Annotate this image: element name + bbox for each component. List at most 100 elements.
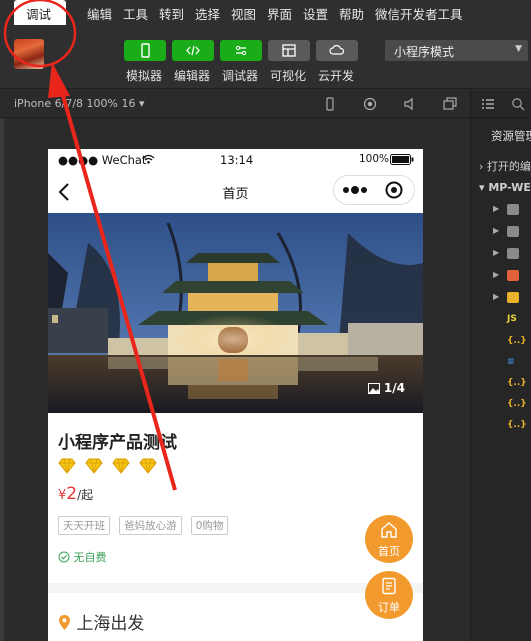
check-circle-icon <box>58 551 70 563</box>
diamond-icon <box>85 458 103 474</box>
chevron-down-icon: ▼ <box>515 44 522 54</box>
json-file-icon[interactable]: {..} <box>507 378 527 388</box>
editor-button[interactable] <box>172 40 214 61</box>
simulator-header: iPhone 6/7/8 100% 16 ▾ <box>0 90 470 118</box>
search-icon[interactable] <box>511 97 525 111</box>
debugger-label: 调试器 <box>222 69 259 83</box>
diamond-rating <box>58 458 161 476</box>
stop-icon[interactable] <box>363 97 377 111</box>
menu-goto[interactable]: 转到 <box>159 4 184 23</box>
tag-list: 天天开班 爸妈放心游 0购物 <box>58 514 232 535</box>
no-extra-fee: 无自费 <box>58 549 107 565</box>
menu-help[interactable]: 帮助 <box>339 4 364 23</box>
chevron-right-icon: ▶ <box>493 292 500 301</box>
layout-icon <box>282 44 296 57</box>
folder-icon <box>507 292 519 303</box>
tree-folder[interactable]: ▶ <box>493 246 531 262</box>
chevron-right-icon: ▶ <box>493 248 500 257</box>
product-title: 小程序产品测试 <box>58 433 177 453</box>
explorer-tabs <box>471 90 531 118</box>
mode-select[interactable]: 小程序模式 ▼ <box>385 40 528 61</box>
menu-view[interactable]: 视图 <box>231 4 256 23</box>
battery-label: 100% <box>359 153 390 165</box>
menu-select[interactable]: 选择 <box>195 4 220 23</box>
departure-label: 上海出发 <box>76 614 145 634</box>
gallery-counter: 1/4 <box>367 381 405 395</box>
price-value: 2 <box>66 484 78 504</box>
product-photo[interactable]: 1/4 <box>48 213 423 413</box>
tree-folder[interactable]: ▶ <box>493 268 531 284</box>
list-icon[interactable] <box>481 97 495 111</box>
departure: 上海出发 <box>58 609 144 634</box>
visual-button[interactable] <box>268 40 310 61</box>
tree-folder[interactable]: ▶ <box>493 290 531 306</box>
home-icon <box>381 522 397 538</box>
json-file-icon[interactable]: {..} <box>507 399 527 409</box>
clock: 13:14 <box>220 153 254 167</box>
chevron-right-icon: ▶ <box>493 226 500 235</box>
visual-label: 可视化 <box>270 69 307 83</box>
simulator-button[interactable] <box>124 40 166 61</box>
debug-icon <box>235 45 247 56</box>
diamond-icon <box>58 458 76 474</box>
window-icon[interactable] <box>443 97 457 111</box>
cloud-button[interactable] <box>316 40 358 61</box>
no-extra-fee-label: 无自费 <box>73 551 107 564</box>
tree-folder[interactable]: ▶ <box>493 224 531 240</box>
price: ¥2/起 <box>58 484 93 504</box>
code-icon <box>186 45 200 56</box>
diamond-icon <box>139 458 157 474</box>
nav-bar: 首页 <box>48 169 423 213</box>
pavilion-photo-image <box>48 213 423 413</box>
menu-debug[interactable]: 调试 <box>14 0 66 27</box>
open-editors-label: 打开的编 <box>486 160 531 173</box>
menu-wechat-devtools[interactable]: 微信开发者工具 <box>375 4 463 23</box>
editor-label: 编辑器 <box>174 69 211 83</box>
user-avatar[interactable] <box>14 39 44 69</box>
home-fab-label: 首页 <box>378 545 400 558</box>
open-editors-section[interactable]: › 打开的编 <box>479 158 531 174</box>
image-icon <box>367 383 380 394</box>
status-bar: ●●●● WeChat 13:14 100% <box>48 149 423 169</box>
simulator-label: 模拟器 <box>126 69 163 83</box>
menu-tools[interactable]: 工具 <box>123 4 148 23</box>
capsule-menu <box>333 175 415 205</box>
project-section[interactable]: ▾ MP-WE <box>479 181 531 194</box>
mode-select-value: 小程序模式 <box>394 45 455 59</box>
chevron-right-icon: ▶ <box>493 270 500 279</box>
volume-icon[interactable] <box>403 97 417 111</box>
tree-folder[interactable]: ▶ <box>493 202 531 218</box>
chevron-right-icon: ▶ <box>493 204 500 213</box>
js-file-icon[interactable]: JS <box>507 314 517 324</box>
folder-icon <box>507 204 519 215</box>
device-icon[interactable] <box>323 97 337 111</box>
json-file-icon[interactable]: {..} <box>507 336 527 346</box>
device-select[interactable]: iPhone 6/7/8 100% 16 ▾ <box>14 97 145 110</box>
diamond-icon <box>112 458 130 474</box>
home-fab[interactable]: 首页 <box>365 515 413 563</box>
price-unit: /起 <box>77 488 94 502</box>
menu-interface[interactable]: 界面 <box>267 4 292 23</box>
explorer-panel: 资源管理 › 打开的编 ▾ MP-WE ▶ ▶ ▶ ▶ ▶ JS {..} ≡ … <box>470 90 531 641</box>
more-icon[interactable] <box>342 186 368 194</box>
folder-icon <box>507 226 519 237</box>
orders-fab[interactable]: 订单 <box>365 571 413 619</box>
phone-simulator: ●●●● WeChat 13:14 100% 首页 1/4 小程序产品测试 ¥2… <box>48 149 423 641</box>
orders-fab-label: 订单 <box>378 601 400 614</box>
menu-debug-label: 调试 <box>26 7 52 22</box>
close-miniprogram-icon[interactable] <box>385 181 403 199</box>
toolbar: 模拟器 编辑器 调试器 可视化 云开发 小程序模式 ▼ <box>0 25 531 89</box>
cloud-icon <box>329 45 345 55</box>
carrier-label: ●●●● WeChat <box>58 153 147 167</box>
menu-settings[interactable]: 设置 <box>303 4 328 23</box>
folder-icon <box>507 270 519 281</box>
order-icon <box>382 577 396 595</box>
css-file-icon[interactable]: ≡ <box>507 357 515 367</box>
menu-edit[interactable]: 编辑 <box>87 4 112 23</box>
tag: 天天开班 <box>58 516 110 535</box>
json-file-icon[interactable]: {..} <box>507 420 527 430</box>
tag: 0购物 <box>190 516 229 535</box>
folder-icon <box>507 248 519 259</box>
debugger-button[interactable] <box>220 40 262 61</box>
left-edge <box>0 118 4 641</box>
